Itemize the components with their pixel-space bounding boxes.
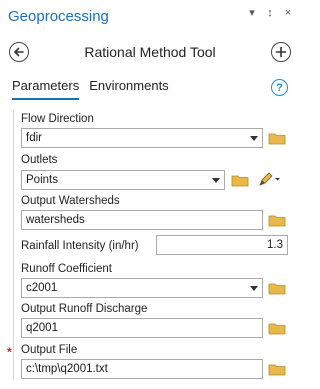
- menu-dropdown-icon[interactable]: ▾: [246, 6, 258, 20]
- chevron-down-icon: [250, 136, 258, 141]
- tool-title: Rational Method Tool: [84, 44, 216, 60]
- runoff-coefficient-select[interactable]: c2001: [21, 278, 263, 298]
- parameter-group-rule: [13, 110, 14, 380]
- outlets-edit-pencil-icon[interactable]: [258, 171, 280, 187]
- pane-title: Geoprocessing: [8, 7, 109, 25]
- output-watersheds-input[interactable]: watersheds: [21, 210, 263, 230]
- output-watersheds-label: Output Watersheds: [21, 195, 120, 207]
- required-marker: *: [7, 345, 12, 359]
- outlets-label: Outlets: [21, 154, 58, 166]
- rainfall-intensity-label: Rainfall Intensity (in/hr): [21, 240, 139, 252]
- tab-environments[interactable]: Environments: [89, 78, 168, 100]
- output-runoff-discharge-input[interactable]: q2001: [21, 318, 263, 338]
- outlets-select[interactable]: Points: [21, 170, 225, 190]
- outlets-browse-folder-icon[interactable]: [231, 173, 249, 187]
- close-icon[interactable]: ×: [282, 6, 294, 20]
- flow-direction-select[interactable]: fdir: [21, 128, 263, 148]
- output-watersheds-value: watersheds: [26, 214, 85, 226]
- chevron-down-icon: [212, 178, 220, 183]
- help-icon[interactable]: ?: [271, 79, 288, 96]
- output-runoff-discharge-browse-folder-icon[interactable]: [268, 321, 286, 335]
- pane-header: Geoprocessing ▾ ↕ ×: [0, 0, 300, 32]
- plus-icon: [275, 46, 287, 58]
- pin-icon[interactable]: ↕: [264, 6, 276, 20]
- add-button[interactable]: [271, 42, 291, 62]
- output-runoff-discharge-label: Output Runoff Discharge: [21, 303, 148, 315]
- outlets-value: Points: [26, 174, 58, 186]
- flow-direction-label: Flow Direction: [21, 113, 94, 125]
- rainfall-intensity-value: 1.3: [267, 239, 283, 251]
- runoff-coefficient-browse-folder-icon[interactable]: [268, 281, 286, 295]
- tab-parameters[interactable]: Parameters: [12, 78, 80, 100]
- output-file-value: c:\tmp\q2001.txt: [26, 363, 108, 375]
- output-watersheds-browse-folder-icon[interactable]: [268, 213, 286, 227]
- rainfall-intensity-input[interactable]: 1.3: [156, 235, 288, 255]
- output-file-input[interactable]: c:\tmp\q2001.txt: [21, 359, 263, 379]
- flow-direction-value: fdir: [26, 132, 42, 144]
- tool-bar: Rational Method Tool: [0, 36, 300, 68]
- output-file-browse-folder-icon[interactable]: [268, 362, 286, 376]
- chevron-down-icon: [250, 286, 258, 291]
- output-runoff-discharge-value: q2001: [26, 322, 58, 334]
- pane-controls: ▾ ↕ ×: [246, 6, 294, 20]
- flow-direction-browse-folder-icon[interactable]: [268, 131, 286, 145]
- tab-bar: Parameters Environments: [12, 78, 169, 100]
- runoff-coefficient-label: Runoff Coefficient: [21, 263, 112, 275]
- runoff-coefficient-value: c2001: [26, 282, 58, 294]
- output-file-label: Output File: [21, 344, 78, 356]
